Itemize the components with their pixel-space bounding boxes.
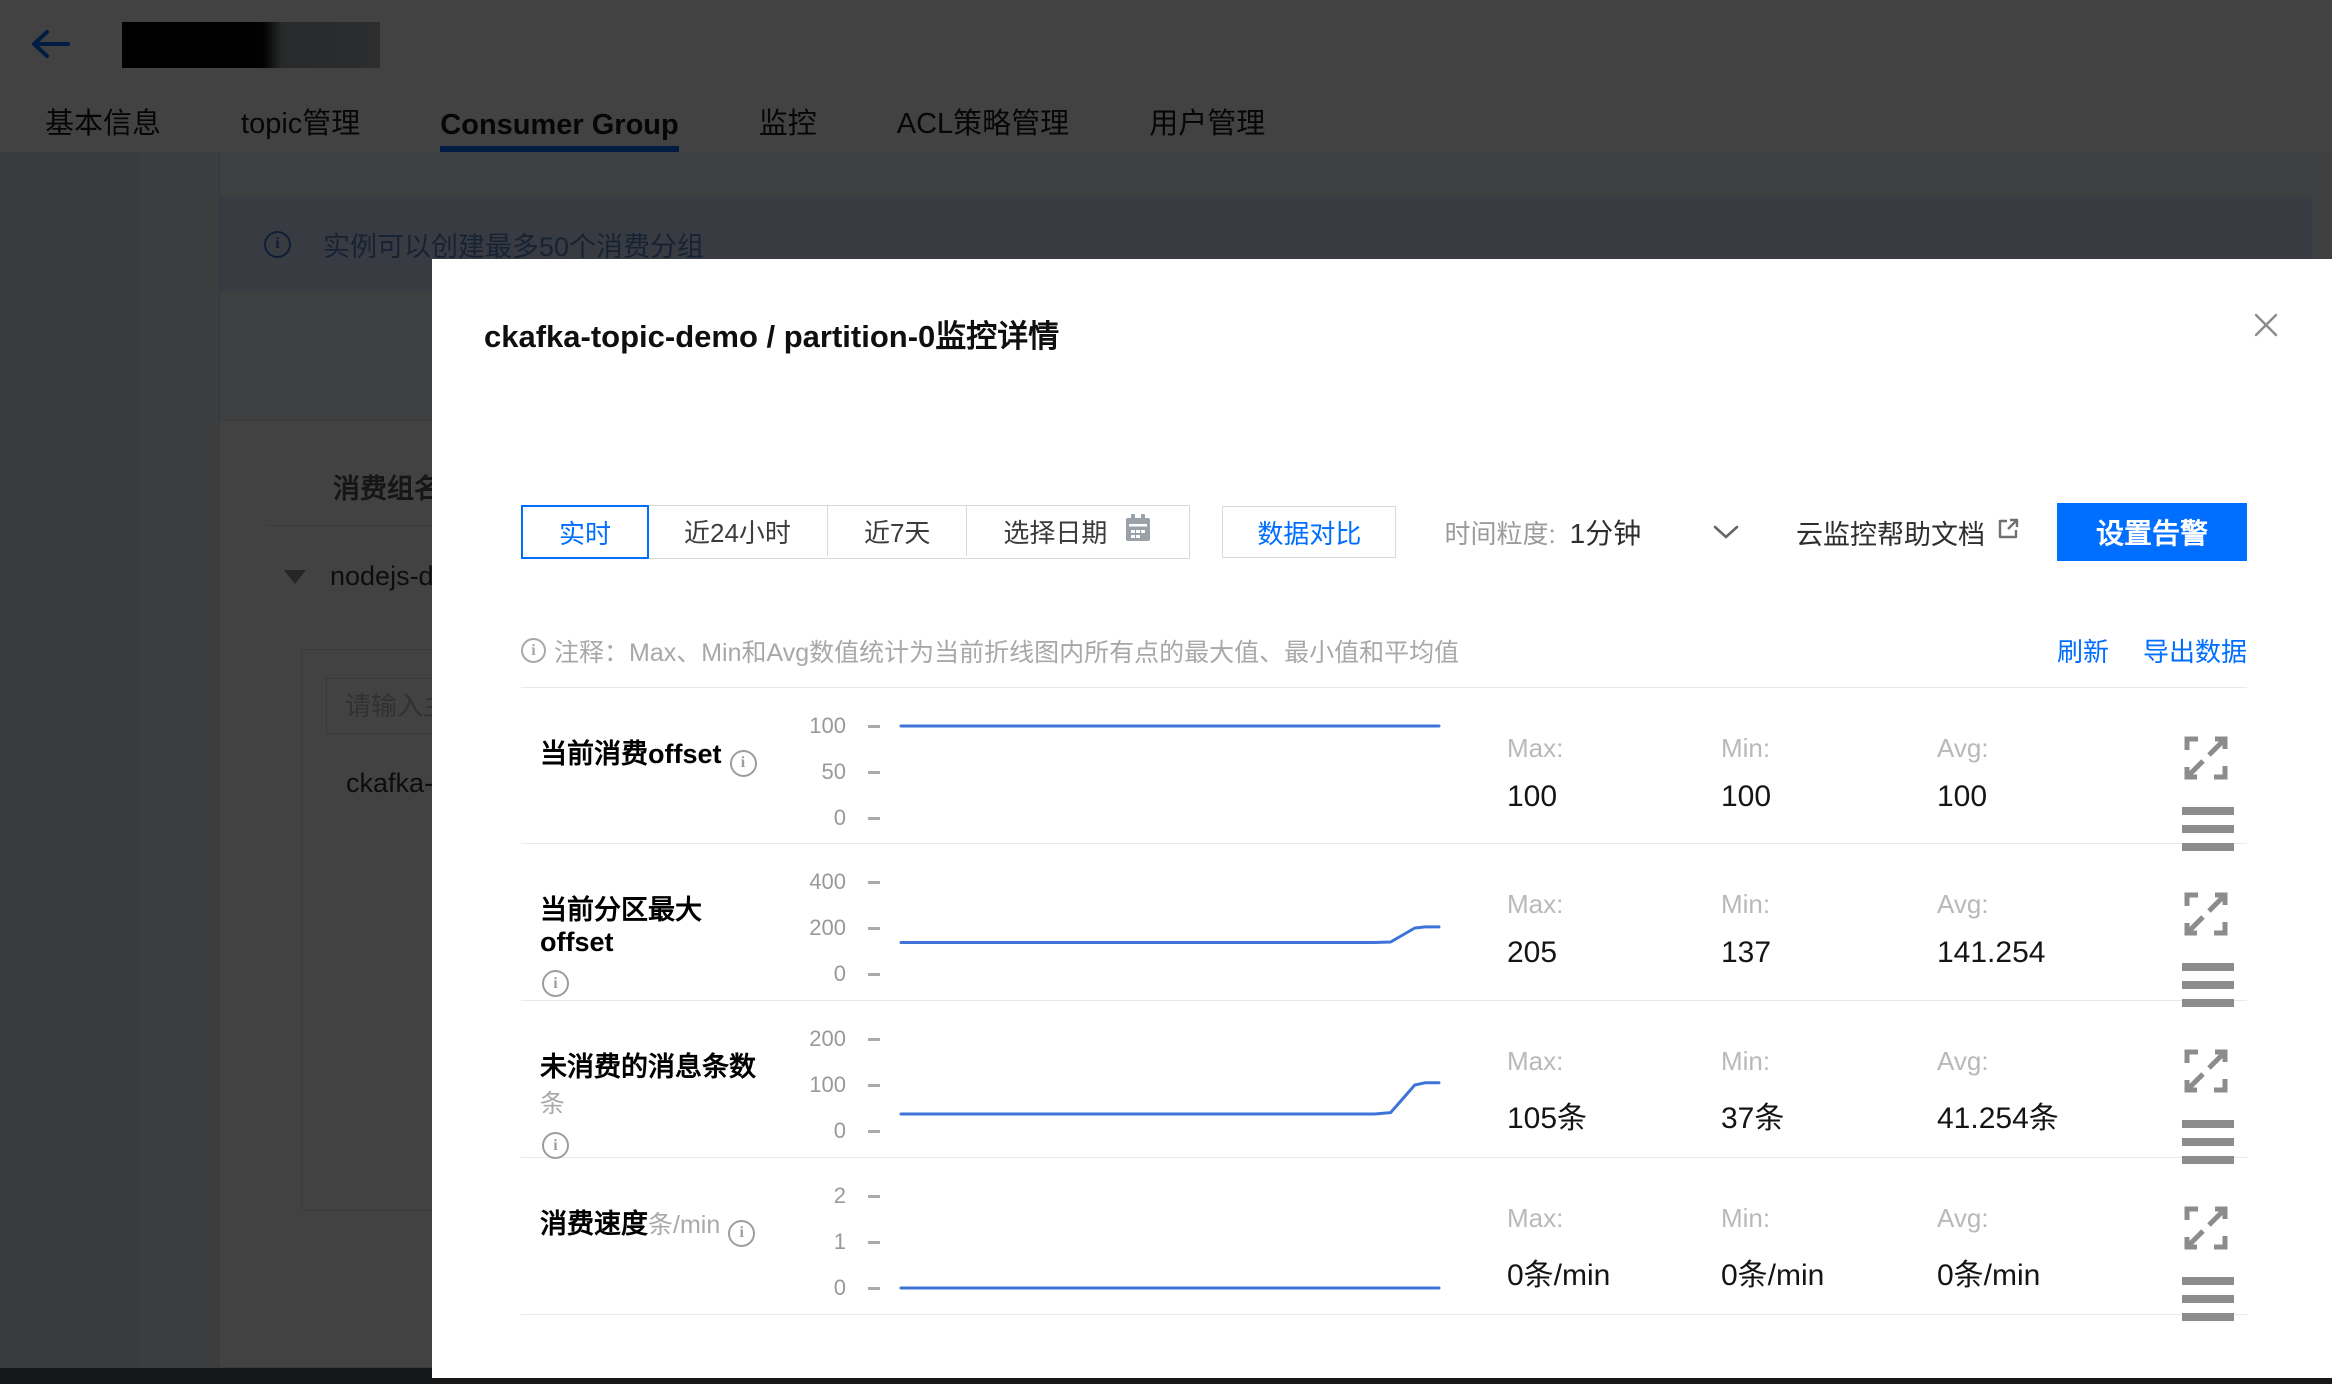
calendar-icon bbox=[1123, 512, 1153, 551]
stat-min: Min: 37条 bbox=[1721, 1046, 1785, 1135]
y-tick-label: 200 bbox=[809, 1026, 846, 1051]
tick-mark bbox=[868, 1129, 880, 1133]
range-24h-button[interactable]: 近24小时 bbox=[648, 506, 828, 556]
tick-mark bbox=[868, 1037, 880, 1041]
tick-mark bbox=[868, 724, 880, 728]
metric-unit: 条/min bbox=[648, 1211, 721, 1239]
tick-mark bbox=[868, 926, 880, 930]
info-icon[interactable] bbox=[542, 970, 569, 997]
tick-mark bbox=[868, 816, 880, 820]
y-tick-label: 100 bbox=[809, 1072, 846, 1097]
stat-avg: Avg: 41.254条 bbox=[1937, 1046, 2059, 1135]
y-tick-label: 200 bbox=[809, 915, 846, 940]
close-icon[interactable] bbox=[2250, 309, 2282, 346]
stat-min: Min: 100 bbox=[1721, 733, 1772, 813]
set-alarm-button[interactable]: 设置告警 bbox=[2057, 503, 2247, 561]
info-icon[interactable] bbox=[542, 1132, 569, 1159]
y-tick-label: 50 bbox=[821, 759, 846, 784]
screen: 基本信息 topic管理 Consumer Group 监控 ACL策略管理 用… bbox=[0, 0, 2332, 1384]
metric-unit: 条 bbox=[540, 1090, 566, 1118]
metric-title: 未消费的消息条数 bbox=[540, 1052, 756, 1082]
tick-mark bbox=[868, 972, 880, 976]
metric-label-col: 未消费的消息条数条 bbox=[521, 1001, 761, 1159]
range-7d-button[interactable]: 近7天 bbox=[828, 506, 968, 556]
metric-rows: 当前消费offset 100 50 0 Max:100 Min:100 Avg:… bbox=[521, 687, 2247, 1321]
y-tick-label: 0 bbox=[833, 805, 846, 830]
help-link-label: 云监控帮助文档 bbox=[1796, 519, 1985, 550]
y-tick-label: 0 bbox=[833, 961, 846, 986]
note-row: 注释：Max、Min和Avg数值统计为当前折线图内所有点的最大值、最小值和平均值… bbox=[521, 632, 2247, 669]
tick-mark bbox=[868, 1194, 880, 1198]
line-chart bbox=[899, 1021, 1441, 1157]
y-axis: 400 200 0 bbox=[761, 864, 899, 994]
chart-controls: 实时 近24小时 近7天 选择日期 数据对比 时间粒度: 1分钟 云监控帮助文档… bbox=[521, 502, 2247, 562]
expand-icon[interactable] bbox=[2182, 1204, 2230, 1257]
granularity-label: 时间粒度: bbox=[1444, 518, 1556, 549]
pick-date-label: 选择日期 bbox=[1003, 517, 1108, 548]
metric-title: 消费速度 bbox=[540, 1209, 648, 1239]
stat-max: Max: 0条/min bbox=[1507, 1203, 1611, 1292]
line-chart bbox=[899, 1178, 1441, 1314]
metric-row-partition-max-offset: 当前分区最大offset 400 200 0 Max:205 Min:137 A… bbox=[521, 844, 2247, 1007]
info-icon[interactable] bbox=[729, 749, 757, 777]
y-tick-label: 1 bbox=[833, 1229, 846, 1254]
info-icon bbox=[521, 638, 546, 663]
expand-icon[interactable] bbox=[2182, 734, 2230, 787]
info-icon[interactable] bbox=[728, 1219, 756, 1247]
external-link-icon bbox=[1995, 516, 2021, 549]
line-chart bbox=[899, 864, 1441, 1000]
y-tick-label: 0 bbox=[833, 1118, 846, 1143]
y-axis: 200 100 0 bbox=[761, 1021, 899, 1151]
cloud-monitor-help-link[interactable]: 云监控帮助文档 bbox=[1796, 513, 2021, 552]
y-tick-label: 0 bbox=[833, 1275, 846, 1300]
stat-avg: Avg: 0条/min bbox=[1937, 1203, 2041, 1292]
metric-title: 当前消费offset bbox=[540, 739, 722, 769]
y-tick-label: 2 bbox=[833, 1183, 846, 1208]
metric-label-col: 当前分区最大offset bbox=[521, 844, 761, 1000]
stat-min: Min: 0条/min bbox=[1721, 1203, 1825, 1292]
tick-mark bbox=[868, 880, 880, 884]
metric-row-consumer-offset: 当前消费offset 100 50 0 Max:100 Min:100 Avg:… bbox=[521, 687, 2247, 851]
y-tick-label: 400 bbox=[809, 869, 846, 894]
granularity-dropdown[interactable]: 时间粒度: 1分钟 bbox=[1444, 512, 1739, 552]
y-axis: 100 50 0 bbox=[761, 708, 899, 838]
range-pick-date-button[interactable]: 选择日期 bbox=[967, 506, 1189, 556]
chevron-down-icon bbox=[1713, 524, 1739, 540]
stat-max: Max: 100 bbox=[1507, 733, 1564, 813]
stat-max: Max: 205 bbox=[1507, 889, 1564, 969]
metric-label-col: 当前消费offset bbox=[521, 688, 761, 843]
stat-max: Max: 105条 bbox=[1507, 1046, 1588, 1135]
tick-mark bbox=[868, 770, 880, 774]
tick-mark bbox=[868, 1083, 880, 1087]
expand-icon[interactable] bbox=[2182, 890, 2230, 943]
monitor-detail-dialog: ckafka-topic-demo / partition-0监控详情 实时 近… bbox=[432, 259, 2332, 1378]
stat-avg: Avg: 141.254 bbox=[1937, 889, 2046, 969]
metric-row-unconsumed-messages: 未消费的消息条数条 200 100 0 Max:105条 Min:37条 Avg… bbox=[521, 1001, 2247, 1164]
metric-row-consumption-speed: 消费速度条/min 2 1 0 Max:0条/min Min:0条/min Av… bbox=[521, 1158, 2247, 1321]
y-tick-label: 100 bbox=[809, 713, 846, 738]
tick-mark bbox=[868, 1240, 880, 1244]
stat-avg: Avg: 100 bbox=[1937, 733, 1989, 813]
tick-mark bbox=[868, 1286, 880, 1290]
note-text: 注释：Max、Min和Avg数值统计为当前折线图内所有点的最大值、最小值和平均值 bbox=[554, 638, 1460, 667]
expand-icon[interactable] bbox=[2182, 1047, 2230, 1100]
range-realtime-button[interactable]: 实时 bbox=[521, 505, 650, 559]
refresh-link[interactable]: 刷新 bbox=[2057, 632, 2109, 669]
granularity-value: 1分钟 bbox=[1569, 518, 1642, 549]
metric-label-col: 消费速度条/min bbox=[521, 1158, 761, 1314]
line-chart bbox=[899, 708, 1441, 843]
dialog-title: ckafka-topic-demo / partition-0监控详情 bbox=[484, 319, 1060, 354]
menu-icon[interactable] bbox=[2182, 1277, 2234, 1321]
time-range-group: 实时 近24小时 近7天 选择日期 bbox=[521, 505, 1191, 559]
compare-data-button[interactable]: 数据对比 bbox=[1222, 506, 1397, 558]
stat-min: Min: 137 bbox=[1721, 889, 1772, 969]
export-data-link[interactable]: 导出数据 bbox=[2143, 632, 2247, 669]
y-axis: 2 1 0 bbox=[761, 1178, 899, 1308]
metric-title: 当前分区最大offset bbox=[540, 895, 702, 957]
